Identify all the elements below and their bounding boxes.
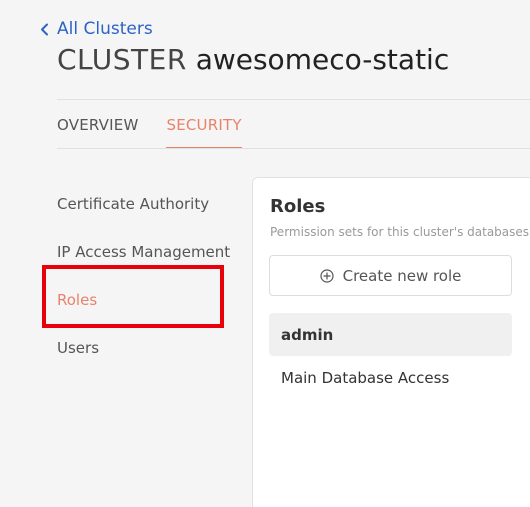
chevron-left-icon: [41, 23, 48, 35]
sidebar-item-certificate-authority[interactable]: Certificate Authority: [57, 180, 227, 228]
sidebar-item-ip-access-management[interactable]: IP Access Management: [57, 228, 230, 276]
role-group-header: admin: [269, 313, 512, 356]
tab-security[interactable]: SECURITY: [166, 100, 242, 148]
role-item[interactable]: Main Database Access: [281, 369, 449, 387]
page-title-prefix: CLUSTER: [57, 43, 187, 76]
page-title: CLUSTER awesomeco-static: [57, 43, 449, 76]
create-new-role-label: Create new role: [342, 266, 462, 285]
tabs-bottom-divider: [57, 148, 530, 149]
roles-panel-subtitle: Permission sets for this cluster's datab…: [270, 225, 530, 239]
roles-panel: Roles Permission sets for this cluster's…: [252, 177, 530, 507]
cluster-tabs: OVERVIEW SECURITY: [57, 100, 242, 148]
security-sidebar: Certificate Authority IP Access Manageme…: [57, 180, 230, 372]
all-clusters-link[interactable]: All Clusters: [40, 19, 153, 39]
create-new-role-button[interactable]: Create new role: [269, 255, 512, 296]
all-clusters-label: All Clusters: [57, 19, 153, 39]
sidebar-item-roles[interactable]: Roles: [57, 276, 227, 324]
roles-panel-title: Roles: [270, 196, 326, 217]
tab-overview[interactable]: OVERVIEW: [57, 100, 138, 148]
cluster-security-page: All Clusters CLUSTER awesomeco-static OV…: [0, 0, 530, 507]
sidebar-item-users[interactable]: Users: [57, 324, 227, 372]
plus-circle-icon: [319, 268, 334, 283]
cluster-name: awesomeco-static: [195, 43, 450, 76]
